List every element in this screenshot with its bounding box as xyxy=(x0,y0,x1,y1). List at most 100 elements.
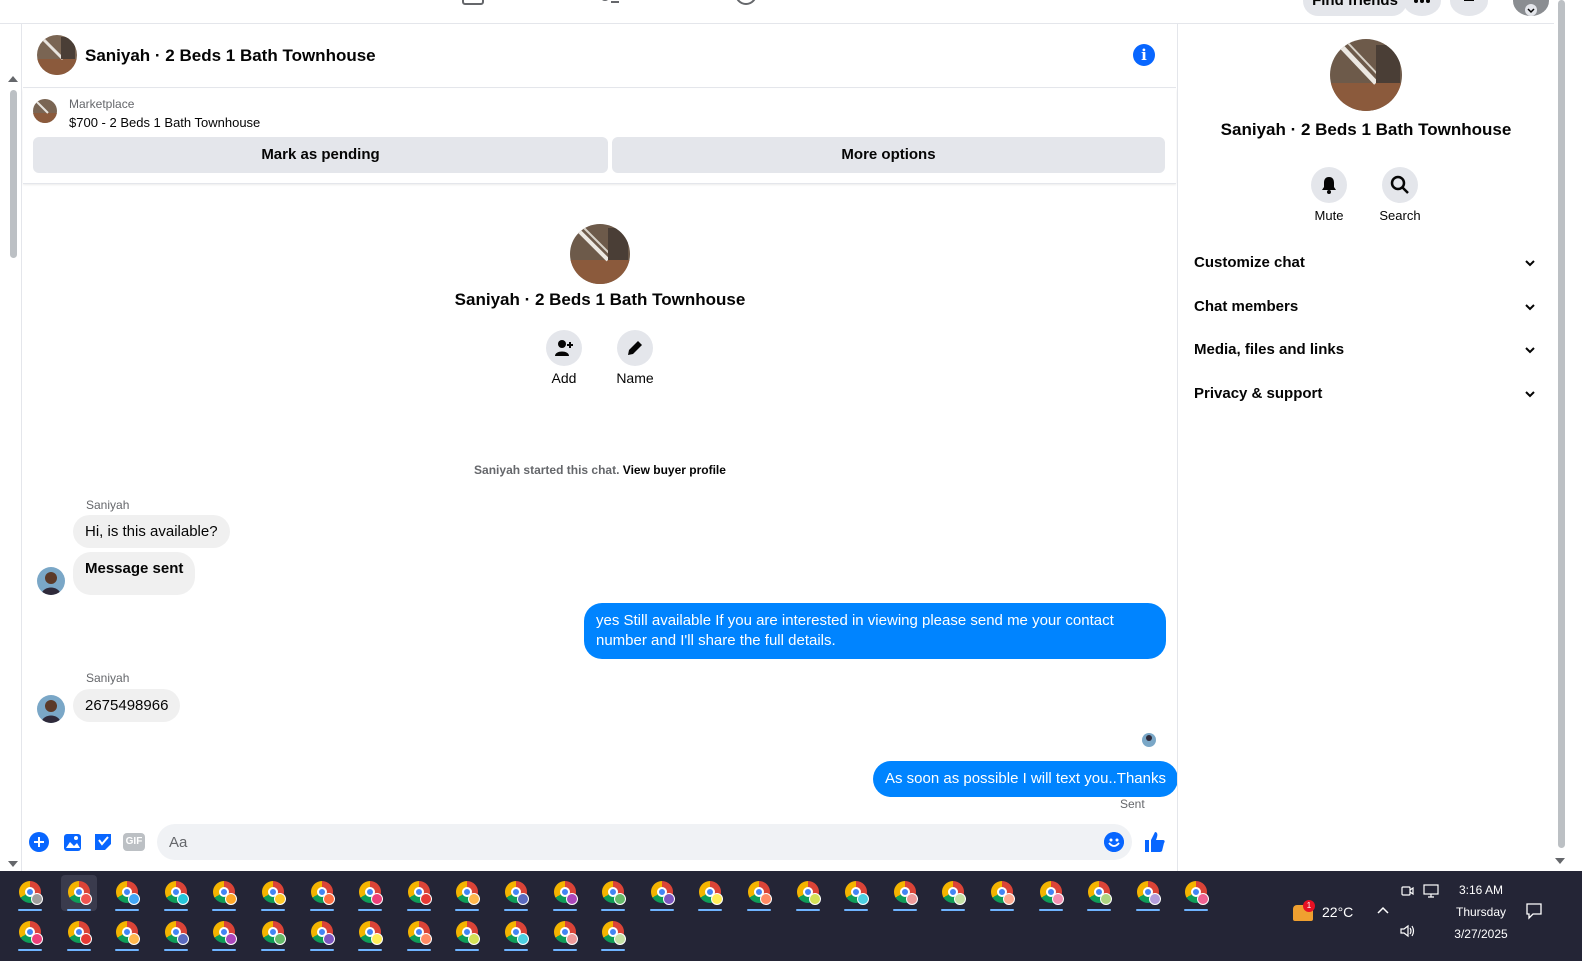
browser-taskbar-icon[interactable] xyxy=(304,915,340,951)
info-icon[interactable]: i xyxy=(1133,44,1155,66)
browser-taskbar-icon[interactable] xyxy=(60,875,97,911)
browser-taskbar-icon[interactable] xyxy=(304,875,340,911)
name-chat-button[interactable] xyxy=(617,330,653,366)
mute-button[interactable] xyxy=(1311,167,1347,203)
browser-taskbar-icon[interactable] xyxy=(401,915,437,951)
emoji-icon[interactable] xyxy=(1104,832,1124,852)
browser-taskbar-icon[interactable] xyxy=(644,875,680,911)
browser-taskbar-icon[interactable] xyxy=(352,915,388,951)
running-indicator xyxy=(552,909,577,911)
network-icon[interactable] xyxy=(1423,884,1439,898)
details-avatar[interactable] xyxy=(1330,39,1402,111)
browser-taskbar-icon[interactable] xyxy=(206,875,242,911)
plus-circle-icon[interactable] xyxy=(28,831,50,853)
outgoing-message[interactable]: yes Still available If you are intereste… xyxy=(584,603,1166,659)
conversation-title[interactable]: Saniyah · 2 Beds 1 Bath Townhouse xyxy=(85,46,376,66)
browser-taskbar-icon[interactable] xyxy=(935,875,971,911)
profile-badge-icon xyxy=(565,933,578,945)
browser-taskbar-icon[interactable] xyxy=(158,875,194,911)
browser-taskbar-icon[interactable] xyxy=(1081,875,1117,911)
clock-date[interactable]: 3/27/2025 xyxy=(1446,927,1516,941)
sticker-icon[interactable] xyxy=(92,831,114,853)
mark-as-pending-button[interactable]: Mark as pending xyxy=(33,137,608,173)
browser-taskbar-icon[interactable] xyxy=(984,875,1020,911)
chat-members-section[interactable]: Chat members xyxy=(1194,287,1544,327)
incoming-message[interactable]: Message sent xyxy=(73,552,196,595)
chevron-down-icon xyxy=(1525,347,1535,354)
find-friends-button[interactable]: Find friends xyxy=(1303,0,1407,16)
browser-taskbar-icon[interactable] xyxy=(401,875,437,911)
sender-avatar[interactable] xyxy=(37,567,65,595)
browser-taskbar-icon[interactable] xyxy=(255,915,291,951)
listing-title[interactable]: $700 - 2 Beds 1 Bath Townhouse xyxy=(69,115,260,130)
marketplace-nav-icon[interactable] xyxy=(461,0,485,6)
privacy-support-section[interactable]: Privacy & support xyxy=(1194,374,1544,414)
page-scroll-down-arrow-icon[interactable] xyxy=(1555,858,1565,864)
view-buyer-profile-link[interactable]: View buyer profile xyxy=(623,463,726,477)
scrollbar-thumb[interactable] xyxy=(10,90,17,258)
browser-taskbar-icon[interactable] xyxy=(109,915,145,951)
browser-taskbar-icon[interactable] xyxy=(595,875,631,911)
scroll-up-arrow-icon[interactable] xyxy=(8,76,18,82)
incoming-message[interactable]: Hi, is this available? xyxy=(73,515,230,548)
volume-icon[interactable] xyxy=(1400,924,1416,938)
outgoing-message[interactable]: As soon as possible I will text you..Tha… xyxy=(873,761,1178,797)
browser-taskbar-icon[interactable] xyxy=(498,915,534,951)
clock-time[interactable]: 3:16 AM xyxy=(1456,883,1506,897)
media-files-links-section[interactable]: Media, files and links xyxy=(1194,330,1544,370)
notification-center-icon[interactable] xyxy=(1525,902,1543,920)
conversation-avatar[interactable] xyxy=(37,35,77,75)
browser-taskbar-icon[interactable] xyxy=(61,915,97,951)
page-scrollbar-thumb[interactable] xyxy=(1558,0,1565,848)
running-indicator xyxy=(261,909,285,911)
groups-nav-icon[interactable] xyxy=(597,0,621,6)
search-button[interactable] xyxy=(1382,167,1418,203)
browser-taskbar-icon[interactable] xyxy=(158,915,194,951)
more-options-button[interactable]: More options xyxy=(612,137,1165,173)
running-indicator xyxy=(163,949,188,951)
browser-taskbar-icon[interactable] xyxy=(838,875,874,911)
browser-taskbar-icon[interactable] xyxy=(1178,875,1214,911)
browser-taskbar-icon[interactable] xyxy=(12,875,48,911)
notifications-button[interactable] xyxy=(1450,0,1488,16)
browser-taskbar-icon[interactable] xyxy=(1033,875,1069,911)
browser-taskbar-icon[interactable] xyxy=(790,875,826,911)
profile-nav-icon[interactable] xyxy=(734,0,758,6)
profile-badge-icon xyxy=(517,933,529,945)
gif-button[interactable]: GIF xyxy=(123,833,145,851)
scroll-down-arrow-icon[interactable] xyxy=(8,861,18,867)
sender-avatar[interactable] xyxy=(37,695,65,723)
chevron-up-icon[interactable] xyxy=(1376,905,1390,915)
browser-taskbar-icon[interactable] xyxy=(449,915,485,951)
menu-grid-button[interactable] xyxy=(1403,0,1441,16)
running-indicator xyxy=(309,949,334,951)
browser-taskbar-icon[interactable] xyxy=(1130,875,1166,911)
incoming-message[interactable]: 2675498966 xyxy=(73,689,181,722)
browser-taskbar-icon[interactable] xyxy=(449,875,485,911)
photo-icon[interactable] xyxy=(61,831,83,853)
browser-taskbar-icon[interactable] xyxy=(109,875,145,911)
thumbs-up-icon[interactable] xyxy=(1143,830,1167,854)
account-chevron-down-icon[interactable] xyxy=(1525,4,1537,16)
browser-taskbar-icon[interactable] xyxy=(887,875,923,911)
browser-taskbar-icon[interactable] xyxy=(741,875,777,911)
browser-taskbar-icon[interactable] xyxy=(547,875,583,911)
customize-chat-section[interactable]: Customize chat xyxy=(1194,243,1544,283)
message-input[interactable] xyxy=(169,824,1089,860)
browser-taskbar-icon[interactable] xyxy=(255,875,291,911)
temperature[interactable]: 22°C xyxy=(1322,904,1353,920)
browser-taskbar-icon[interactable] xyxy=(595,915,631,951)
add-people-button[interactable] xyxy=(546,330,582,366)
browser-taskbar-icon[interactable] xyxy=(12,915,48,951)
camera-icon[interactable] xyxy=(1400,884,1414,898)
clock-day[interactable]: Thursday xyxy=(1448,905,1514,919)
running-indicator xyxy=(18,909,42,911)
browser-taskbar-icon[interactable] xyxy=(352,875,388,911)
page-scrollbar[interactable] xyxy=(1554,0,1582,871)
browser-taskbar-icon[interactable] xyxy=(206,915,242,951)
chat-scrollbar[interactable] xyxy=(0,24,22,871)
browser-taskbar-icon[interactable] xyxy=(547,915,583,951)
browser-taskbar-icon[interactable] xyxy=(498,875,534,911)
browser-taskbar-icon[interactable] xyxy=(692,875,728,911)
listing-thumbnail[interactable] xyxy=(33,99,57,123)
